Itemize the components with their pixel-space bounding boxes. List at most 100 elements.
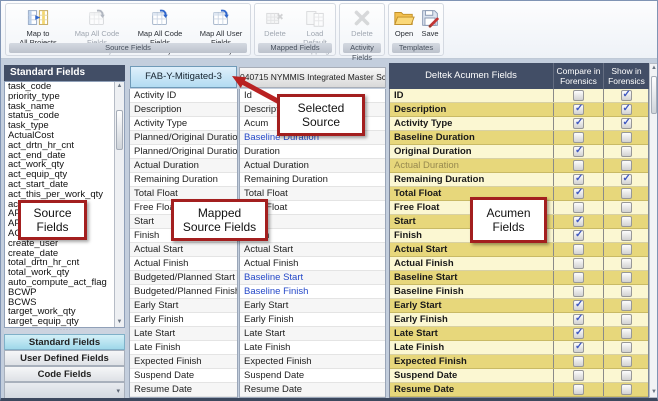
compare-checkbox[interactable] bbox=[573, 174, 584, 185]
show-checkbox[interactable] bbox=[621, 216, 632, 227]
acumen-field-cell: Baseline Start bbox=[390, 271, 553, 284]
mapped-field-cell[interactable]: Late Finish bbox=[240, 341, 385, 355]
show-checkbox-cell bbox=[603, 369, 648, 382]
compare-checkbox[interactable] bbox=[573, 272, 584, 283]
source-column-header[interactable]: 040715 NYMMIS Integrated Master Schedule bbox=[239, 67, 386, 88]
scroll-up-icon[interactable]: ▲ bbox=[650, 64, 658, 73]
show-checkbox[interactable] bbox=[621, 258, 632, 269]
mapped-field-cell[interactable]: Actual Duration bbox=[240, 159, 385, 173]
compare-checkbox[interactable] bbox=[573, 216, 584, 227]
compare-checkbox-cell bbox=[553, 89, 603, 102]
scroll-down-icon[interactable]: ▼ bbox=[650, 388, 658, 397]
acumen-field-cell: Actual Finish bbox=[390, 257, 553, 270]
compare-checkbox[interactable] bbox=[573, 146, 584, 157]
source-field-cell: Early Start bbox=[130, 299, 237, 313]
compare-checkbox[interactable] bbox=[573, 314, 584, 325]
mapped-field-cell[interactable]: Early Start bbox=[240, 299, 385, 313]
compare-checkbox[interactable] bbox=[573, 258, 584, 269]
selected-source-tab[interactable]: FAB-Y-Mitigated-3 bbox=[130, 66, 237, 88]
compare-checkbox[interactable] bbox=[573, 370, 584, 381]
mapped-field-cell[interactable]: Late Start bbox=[240, 327, 385, 341]
compare-checkbox[interactable] bbox=[573, 356, 584, 367]
field-list-item[interactable]: target_equip_qty bbox=[5, 317, 124, 327]
scrollbar-thumb[interactable] bbox=[651, 76, 657, 114]
show-checkbox[interactable] bbox=[621, 384, 632, 395]
mapped-field-cell[interactable]: Duration bbox=[240, 145, 385, 159]
ribbon: Map to All Projects Map All Code Fields … bbox=[1, 1, 657, 59]
ribbon-group-label: Source Fields bbox=[9, 43, 247, 53]
mapped-field-cell[interactable]: Actual Finish bbox=[240, 257, 385, 271]
show-checkbox-cell bbox=[603, 229, 648, 242]
ribbon-group-label: Mapped Fields bbox=[258, 43, 332, 53]
acumen-scrollbar[interactable]: ▲ ▼ bbox=[649, 63, 658, 398]
show-checkbox-cell bbox=[603, 117, 648, 130]
save-template-button[interactable]: Save bbox=[418, 7, 442, 39]
field-list-scrollbar[interactable]: ▲ ▼ bbox=[114, 82, 124, 327]
compare-checkbox[interactable] bbox=[573, 300, 584, 311]
compare-checkbox[interactable] bbox=[573, 188, 584, 199]
show-checkbox[interactable] bbox=[621, 244, 632, 255]
compare-checkbox-cell bbox=[553, 299, 603, 312]
show-checkbox[interactable] bbox=[621, 356, 632, 367]
show-checkbox[interactable] bbox=[621, 300, 632, 311]
acumen-field-cell: Late Start bbox=[390, 327, 553, 340]
show-checkbox[interactable] bbox=[621, 146, 632, 157]
scrollbar-thumb[interactable] bbox=[116, 110, 123, 150]
compare-checkbox[interactable] bbox=[573, 384, 584, 395]
show-checkbox[interactable] bbox=[621, 132, 632, 143]
show-checkbox[interactable] bbox=[621, 286, 632, 297]
compare-checkbox[interactable] bbox=[573, 202, 584, 213]
show-checkbox[interactable] bbox=[621, 90, 632, 101]
compare-checkbox[interactable] bbox=[573, 230, 584, 241]
show-checkbox[interactable] bbox=[621, 188, 632, 199]
scroll-up-icon[interactable]: ▲ bbox=[115, 82, 124, 91]
show-checkbox[interactable] bbox=[621, 174, 632, 185]
compare-checkbox[interactable] bbox=[573, 244, 584, 255]
field-list-item[interactable]: act_this_per_work_qty bbox=[5, 190, 124, 200]
show-checkbox[interactable] bbox=[621, 370, 632, 381]
source-field-cell: Activity ID bbox=[130, 89, 237, 103]
mapped-field-cell[interactable]: Suspend Date bbox=[240, 369, 385, 383]
compare-checkbox-cell bbox=[553, 243, 603, 256]
source-field-cell: Suspend Date bbox=[130, 369, 237, 383]
acumen-field-cell: Baseline Duration bbox=[390, 131, 553, 144]
map-to-all-projects-button[interactable]: Map to All Projects bbox=[12, 7, 64, 47]
show-checkbox[interactable] bbox=[621, 314, 632, 325]
scroll-down-icon[interactable]: ▼ bbox=[115, 318, 124, 327]
compare-checkbox[interactable] bbox=[573, 286, 584, 297]
sidebar-tab-code-fields[interactable]: Code Fields bbox=[4, 366, 125, 382]
sidebar-tab-user-defined-fields[interactable]: User Defined Fields bbox=[4, 350, 125, 366]
show-checkbox[interactable] bbox=[621, 202, 632, 213]
delete-mapped-field-button[interactable]: Delete bbox=[257, 7, 293, 39]
compare-checkbox[interactable] bbox=[573, 160, 584, 171]
compare-checkbox-cell bbox=[553, 327, 603, 340]
delete-activity-field-button[interactable]: Delete bbox=[342, 7, 382, 39]
mapped-field-cell[interactable]: Expected Finish bbox=[240, 355, 385, 369]
configure-buttons-chevron-icon[interactable]: ▾ bbox=[116, 387, 120, 395]
compare-checkbox[interactable] bbox=[573, 132, 584, 143]
show-checkbox[interactable] bbox=[621, 342, 632, 353]
acumen-row: Late Finish bbox=[390, 341, 648, 355]
show-checkbox[interactable] bbox=[621, 104, 632, 115]
show-checkbox[interactable] bbox=[621, 160, 632, 171]
show-checkbox[interactable] bbox=[621, 230, 632, 241]
compare-checkbox[interactable] bbox=[573, 328, 584, 339]
mapped-field-cell[interactable]: Early Finish bbox=[240, 313, 385, 327]
map-code-fields-icon bbox=[149, 7, 171, 29]
show-checkbox[interactable] bbox=[621, 118, 632, 129]
compare-checkbox[interactable] bbox=[573, 104, 584, 115]
show-checkbox[interactable] bbox=[621, 328, 632, 339]
compare-checkbox[interactable] bbox=[573, 90, 584, 101]
acumen-row: Baseline Start bbox=[390, 271, 648, 285]
acumen-field-cell: Late Finish bbox=[390, 341, 553, 354]
mapped-field-cell[interactable]: Baseline Start bbox=[240, 271, 385, 285]
mapped-field-cell[interactable]: Remaining Duration bbox=[240, 173, 385, 187]
mapped-field-cell[interactable]: Resume Date bbox=[240, 383, 385, 397]
compare-checkbox[interactable] bbox=[573, 342, 584, 353]
mapped-field-cell[interactable]: Actual Start bbox=[240, 243, 385, 257]
mapped-field-cell[interactable]: Baseline Finish bbox=[240, 285, 385, 299]
sidebar-tab-standard-fields[interactable]: Standard Fields bbox=[4, 334, 125, 350]
compare-checkbox[interactable] bbox=[573, 118, 584, 129]
open-template-button[interactable]: Open bbox=[392, 7, 416, 39]
show-checkbox[interactable] bbox=[621, 272, 632, 283]
